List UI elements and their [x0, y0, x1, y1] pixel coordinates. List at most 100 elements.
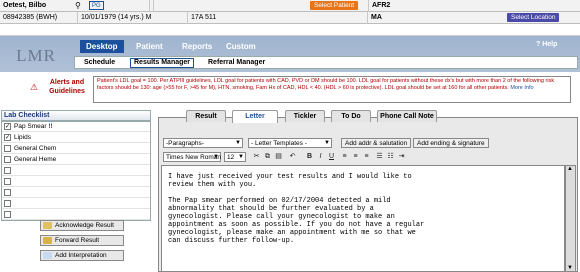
- patient-detail-row: 08942385 (BWH) 10/01/1979 (14 yrs.) M 17…: [0, 12, 580, 24]
- lab-checklist: ✓ Pap Smear !! ✓ Lipids General Chem General …: [1, 121, 151, 221]
- lab-checkbox[interactable]: [4, 200, 11, 207]
- search-icon[interactable]: ⚲: [75, 1, 81, 11]
- dob-age-sex: 10/01/1979 (14 yrs.) M: [78, 12, 188, 24]
- font-size-value: 12: [227, 154, 235, 161]
- add-signature-button[interactable]: Add ending & signature: [413, 138, 489, 148]
- interpretation-icon: [43, 252, 52, 259]
- add-salutation-button[interactable]: Add addr & salutation: [341, 138, 412, 148]
- chevron-down-icon: ▼: [324, 140, 330, 146]
- paragraphs-select[interactable]: -Paragraphs- ▼: [163, 138, 243, 148]
- lab-checklist-item[interactable]: [2, 199, 150, 209]
- lab-item-label: General Chem: [14, 145, 57, 152]
- font-select[interactable]: Times New Roman ▼: [163, 152, 221, 162]
- lab-checklist-item[interactable]: General Heme: [2, 155, 150, 165]
- forward-icon: [43, 237, 52, 244]
- lmr-logo: LMR: [16, 46, 56, 65]
- lab-checklist-item[interactable]: ✓ Pap Smear !!: [2, 122, 150, 132]
- add-interpretation-button[interactable]: Add Interpretation: [40, 250, 124, 261]
- font-size-select[interactable]: 12 ▼: [224, 152, 246, 162]
- paste-icon[interactable]: ▤: [274, 152, 283, 161]
- letter-editor[interactable]: I have just received your test results a…: [161, 165, 565, 272]
- numbering-icon[interactable]: ☷: [386, 152, 395, 161]
- select-location-button[interactable]: Select Location: [507, 13, 560, 22]
- more-info-link[interactable]: More Info: [510, 85, 533, 91]
- header-spacer: [0, 24, 580, 36]
- tab-phone-call-note[interactable]: Phone Call Note: [377, 110, 437, 122]
- lab-checklist-item[interactable]: [2, 210, 150, 220]
- lab-checklist-item[interactable]: ✓ Lipids: [2, 133, 150, 143]
- acknowledge-result-button[interactable]: Acknowledge Result: [40, 220, 124, 231]
- tab-to-do[interactable]: To Do: [331, 110, 371, 122]
- bold-icon[interactable]: B: [305, 152, 314, 161]
- editor-scrollbar[interactable]: ▲ ▼: [565, 165, 576, 272]
- tab-reports[interactable]: Reports: [176, 40, 218, 53]
- lab-checkbox[interactable]: [4, 145, 11, 152]
- lab-checkbox[interactable]: [4, 156, 11, 163]
- tab-tickler[interactable]: Tickler: [285, 110, 325, 122]
- subnav-schedule[interactable]: Schedule: [81, 58, 118, 68]
- abnormal-flag: !!: [46, 123, 53, 130]
- italic-icon[interactable]: I: [316, 152, 325, 161]
- scroll-up-icon[interactable]: ▲: [567, 166, 573, 172]
- alerts-label: Alerts and Guidelines: [49, 79, 85, 95]
- lab-checklist-title: Lab Checklist: [1, 110, 151, 121]
- afr-label: AFR2: [372, 2, 391, 9]
- copy-icon[interactable]: ⧉: [263, 152, 272, 161]
- afr-cell: AFR2: [368, 0, 580, 12]
- select-patient-button[interactable]: Select Patient: [310, 1, 359, 10]
- chevron-down-icon: ▼: [213, 154, 219, 160]
- underline-icon[interactable]: U: [327, 152, 336, 161]
- acknowledge-result-label: Acknowledge Result: [55, 222, 114, 229]
- forward-result-button[interactable]: Forward Result: [40, 235, 124, 246]
- align-left-icon[interactable]: ≡: [340, 152, 349, 161]
- subnav-referral-manager[interactable]: Referral Manager: [205, 58, 268, 68]
- patient-chip[interactable]: PG: [89, 1, 104, 10]
- lab-checklist-item[interactable]: [2, 166, 150, 176]
- letter-templates-select[interactable]: - Letter Templates - ▼: [248, 138, 332, 148]
- align-center-icon[interactable]: ≡: [351, 152, 360, 161]
- subnav-results-manager[interactable]: Results Manager: [130, 58, 195, 68]
- patient-header-row: Oetest, Bilbo ⚲ PG Select Patient AFR2: [0, 0, 580, 12]
- tab-custom[interactable]: Custom: [220, 40, 262, 53]
- lab-checkbox[interactable]: [4, 211, 11, 218]
- location-code: 17A 511: [188, 12, 368, 24]
- lab-checklist-item[interactable]: [2, 177, 150, 187]
- lab-item-label: Lipids: [14, 134, 31, 141]
- alerts-text: Patient's LDL goal = 100. Per ATPIII gui…: [97, 78, 555, 91]
- lab-item-label: General Heme: [14, 156, 57, 163]
- tab-desktop[interactable]: Desktop: [80, 40, 124, 53]
- chevron-down-icon: ▼: [238, 154, 244, 160]
- help-link[interactable]: ? Help: [536, 41, 557, 48]
- help-icon: ?: [536, 41, 541, 48]
- tab-patient[interactable]: Patient: [130, 40, 169, 53]
- lab-checkbox[interactable]: ✓: [4, 134, 11, 141]
- lab-checkbox[interactable]: [4, 167, 11, 174]
- add-interpretation-label: Add Interpretation: [55, 252, 107, 259]
- lab-checklist-item[interactable]: General Chem: [2, 144, 150, 154]
- lab-checkbox[interactable]: ✓: [4, 123, 11, 130]
- scroll-down-icon[interactable]: ▼: [567, 265, 573, 271]
- cut-icon[interactable]: ✂: [252, 152, 261, 161]
- lab-item-label: Pap Smear: [14, 123, 47, 130]
- tab-letter[interactable]: Letter: [232, 110, 278, 123]
- align-right-icon[interactable]: ≡: [362, 152, 371, 161]
- mrn: 08942385 (BWH): [0, 12, 78, 24]
- help-label: Help: [542, 41, 558, 48]
- lab-checklist-item[interactable]: [2, 188, 150, 198]
- ma-label: MA: [371, 14, 382, 21]
- indent-icon[interactable]: ⇥: [397, 152, 406, 161]
- alerts-text-box: Patient's LDL goal = 100. Per ATPIII gui…: [93, 76, 571, 103]
- tab-result[interactable]: Result: [186, 110, 226, 122]
- patient-name: Oetest, Bilbo: [3, 2, 47, 9]
- acknowledge-icon: [43, 222, 52, 229]
- chevron-down-icon: ▼: [235, 140, 241, 146]
- subnav-bar: Schedule Results Manager Referral Manage…: [74, 56, 578, 69]
- undo-icon[interactable]: ↶: [288, 152, 297, 161]
- paragraphs-value: -Paragraphs-: [166, 140, 204, 147]
- letter-templates-value: - Letter Templates -: [251, 140, 307, 147]
- lab-checkbox[interactable]: [4, 189, 11, 196]
- lab-checkbox[interactable]: [4, 178, 11, 185]
- alert-icon: ⚠: [30, 82, 39, 92]
- forward-result-label: Forward Result: [55, 237, 100, 244]
- bullets-icon[interactable]: ☰: [375, 152, 384, 161]
